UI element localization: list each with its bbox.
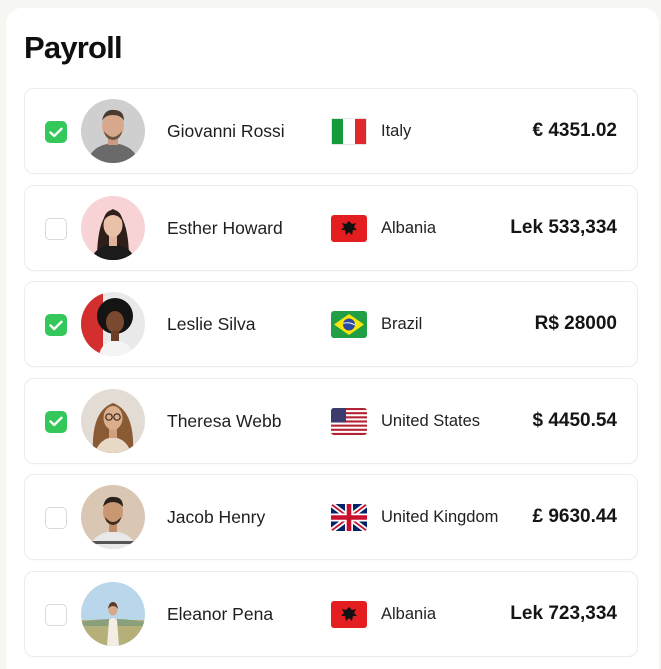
payroll-panel: Payroll Giovanni Rossi Italy € 4351.02 E… <box>6 8 659 669</box>
checkmark-icon <box>49 320 63 330</box>
employee-amount: $ 4450.54 <box>532 409 617 431</box>
payroll-row[interactable]: Eleanor Pena Albania Lek 723,334 <box>24 570 638 657</box>
avatar <box>81 99 145 163</box>
employee-name: Leslie Silva <box>167 314 256 335</box>
row-checkbox[interactable] <box>45 410 67 433</box>
albania-flag-icon <box>331 600 367 628</box>
employee-name: Theresa Webb <box>167 410 282 431</box>
payroll-row[interactable]: Giovanni Rossi Italy € 4351.02 <box>24 88 638 174</box>
payroll-row[interactable]: Jacob Henry United Kingdom £ 9630.44 <box>24 474 638 561</box>
avatar <box>81 388 145 453</box>
employee-name: Esther Howard <box>167 217 283 238</box>
avatar <box>81 292 145 357</box>
row-checkbox[interactable] <box>45 507 67 530</box>
employee-name: Eleanor Pena <box>167 603 274 624</box>
avatar <box>81 485 145 550</box>
row-checkbox[interactable] <box>45 314 67 337</box>
employee-amount: Lek 533,334 <box>510 216 617 238</box>
employee-country: Albania <box>381 604 437 623</box>
checkmark-icon <box>49 127 63 137</box>
employee-amount: R$ 28000 <box>534 313 617 335</box>
page-title: Payroll <box>24 30 123 65</box>
employee-country: Italy <box>381 122 412 140</box>
employee-name: Jacob Henry <box>167 507 266 528</box>
employee-name: Giovanni Rossi <box>167 121 285 141</box>
avatar <box>81 581 145 646</box>
payroll-row[interactable]: Theresa Webb United States $ 4450.54 <box>24 377 638 464</box>
employee-amount: £ 9630.44 <box>532 506 617 528</box>
payroll-row[interactable]: Leslie Silva Brazil R$ 28000 <box>24 281 638 368</box>
checkmark-icon <box>49 416 63 427</box>
payroll-list: Giovanni Rossi Italy € 4351.02 Esther Ho… <box>24 88 638 668</box>
row-checkbox[interactable] <box>45 603 67 626</box>
employee-country: Brazil <box>381 315 423 334</box>
row-checkbox[interactable] <box>45 121 67 143</box>
employee-country: United Kingdom <box>381 508 499 527</box>
employee-country: United States <box>381 411 481 430</box>
row-checkbox[interactable] <box>45 217 67 240</box>
albania-flag-icon <box>331 214 367 242</box>
usa-flag-icon <box>331 407 367 435</box>
employee-country: Albania <box>381 218 437 237</box>
brazil-flag-icon <box>331 311 367 339</box>
avatar <box>81 195 145 260</box>
uk-flag-icon <box>331 504 367 532</box>
italy-flag-icon <box>331 118 367 145</box>
payroll-row[interactable]: Esther Howard Albania Lek 533,334 <box>24 184 638 271</box>
employee-amount: Lek 723,334 <box>510 602 617 624</box>
employee-amount: € 4351.02 <box>532 120 617 141</box>
